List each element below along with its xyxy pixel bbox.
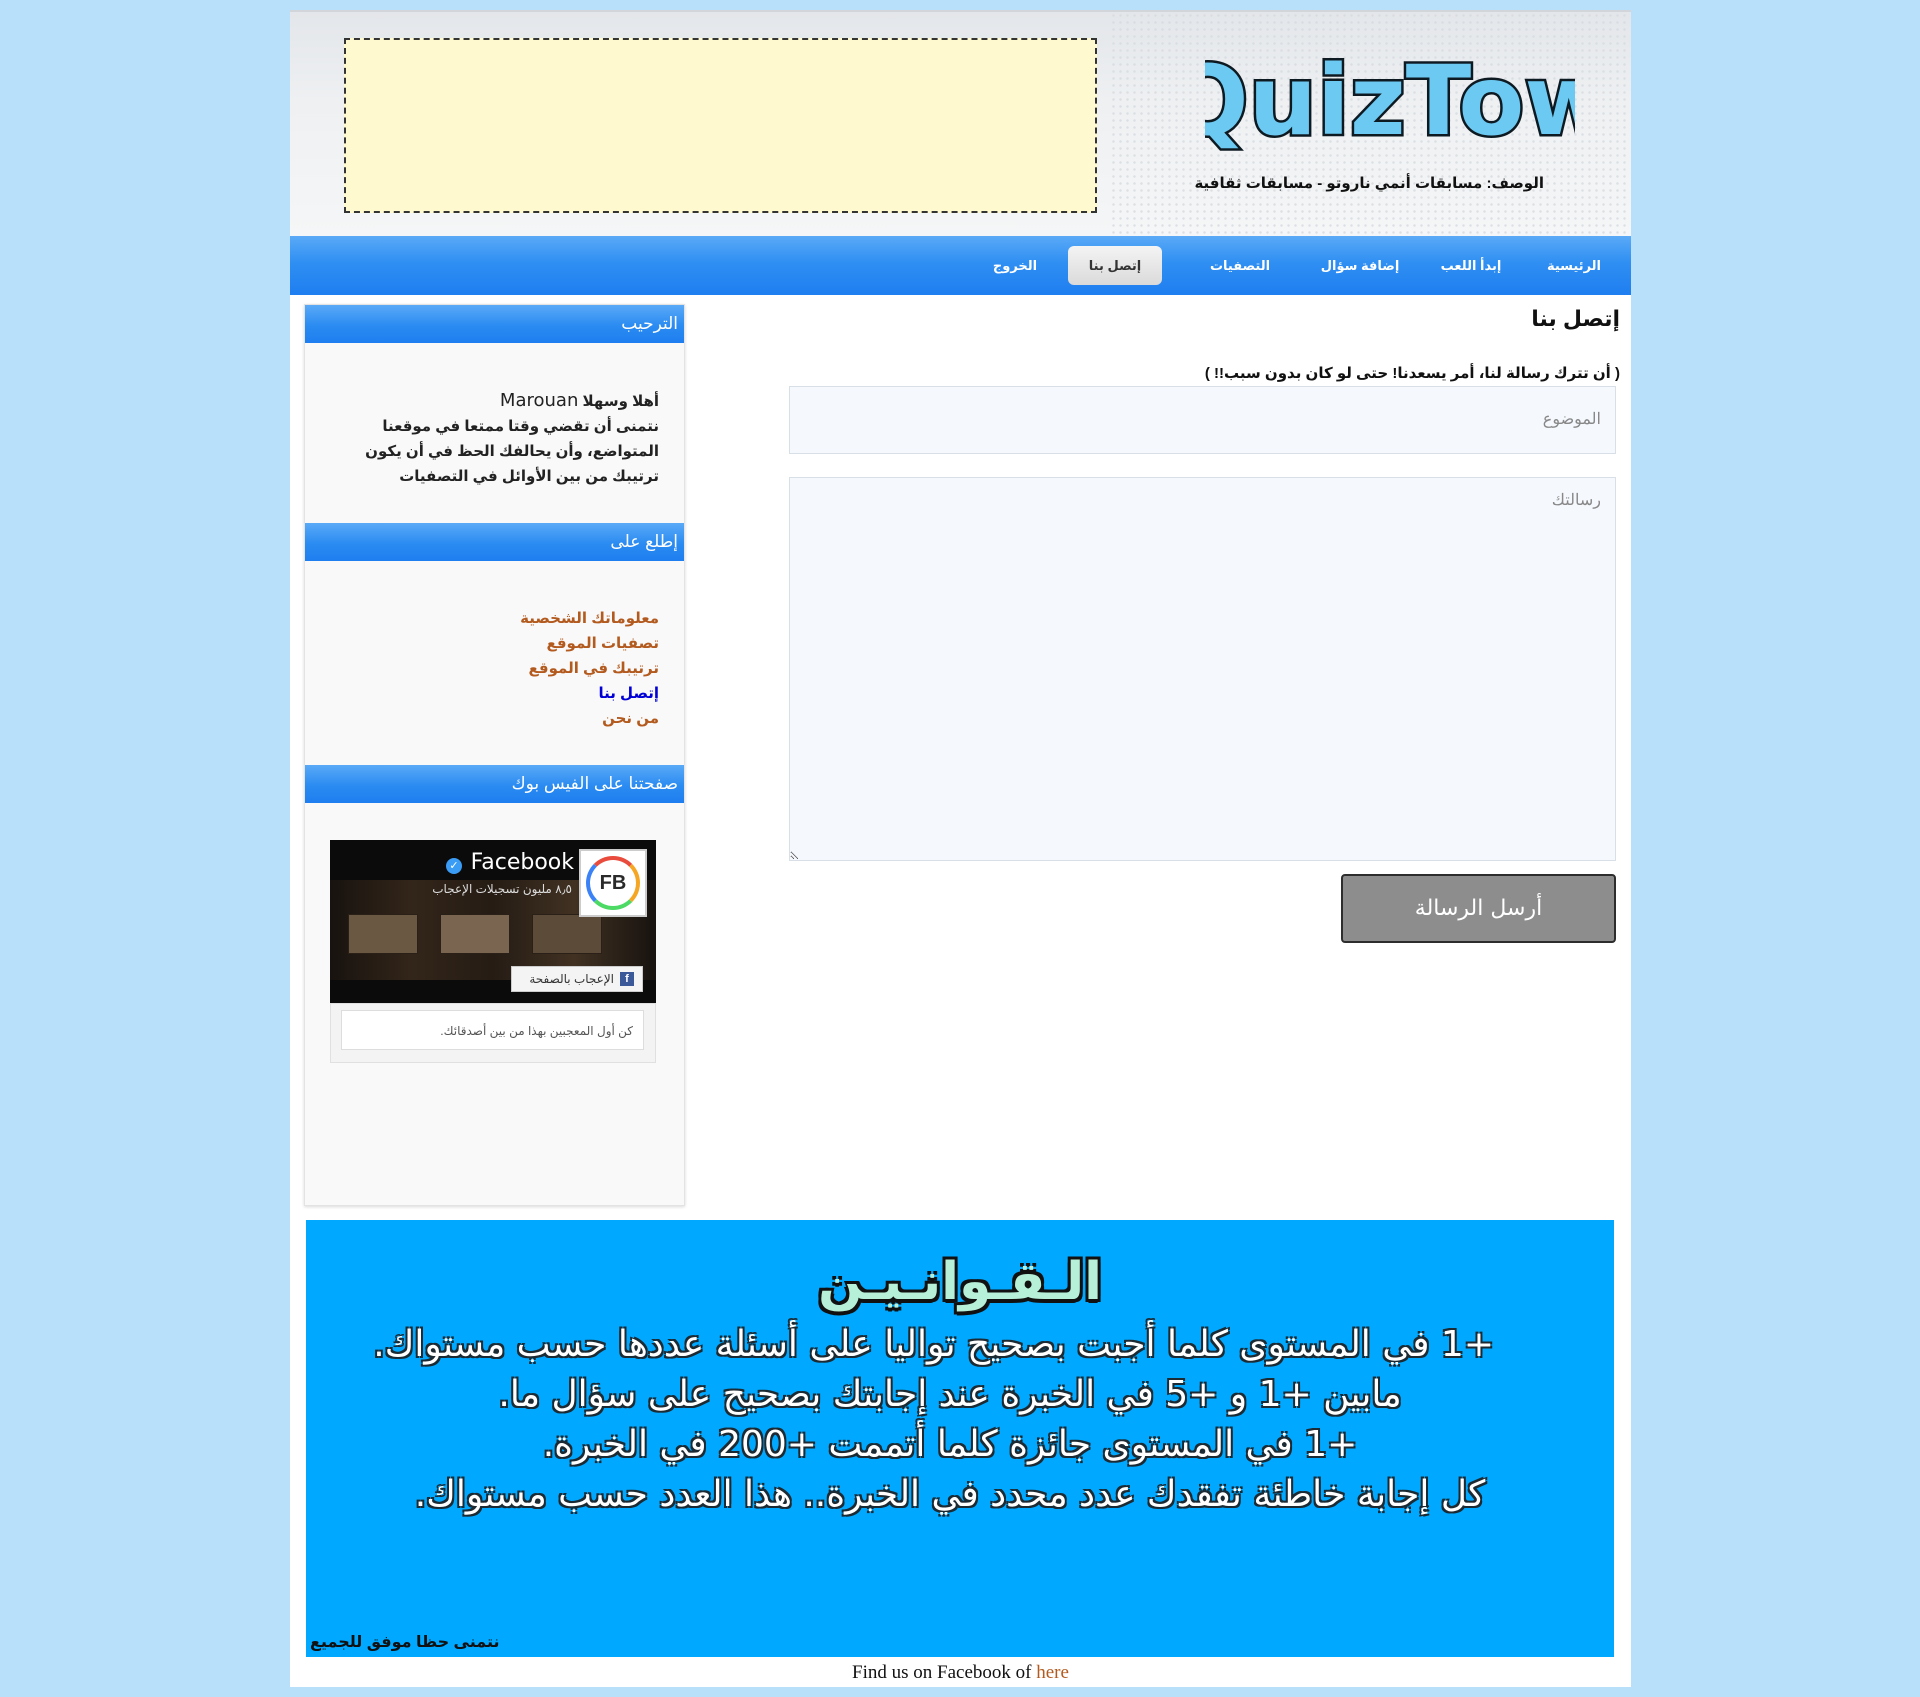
facebook-friends-text: كن أول المعجبين بهذا من بين أصدقائك. [341, 1010, 644, 1050]
fb-logo-icon: FB [586, 856, 640, 910]
rule-line: مابين +1 و +5 في الخبرة عند إجابتك بصحيح… [498, 1374, 1402, 1415]
verified-badge-icon: ✓ [446, 858, 462, 874]
logo-text: QuizTow [1205, 54, 1575, 157]
facebook-panel-heading: صفحتنا على الفيس بوك [305, 765, 684, 803]
cover-photo-panel [440, 914, 510, 954]
message-textarea[interactable] [789, 477, 1616, 861]
facebook-page-name[interactable]: Facebook [471, 850, 574, 875]
cover-photo-panel [532, 914, 602, 954]
facebook-likes-count: ٨٫٥ مليون تسجيلات الإعجاب [432, 882, 572, 896]
rule-line: +1 في المستوى جائزة كلما أتممت +200 في ا… [542, 1424, 1358, 1465]
browse-panel-heading: إطلع على [305, 523, 684, 561]
welcome-text: نتمنى أن تقضي وقتا ممتعا في موقعنا المتو… [365, 418, 659, 485]
sidebar: الترحيب أهلا وسهلا Marouan نتمنى أن تقضي… [304, 304, 685, 1206]
main-nav: الرئيسية إبدأ اللعب إضافة سؤال التصفيات … [290, 236, 1631, 295]
rules-closing-text: نتمنى حظا موفق للجميع [310, 1634, 500, 1651]
page-container: QuizTow الوصف: مسابقات أنمي ناروتو - مسا… [290, 10, 1631, 1687]
page-title: إتصل بنا [1531, 306, 1620, 331]
rule-line: كل إجابة خاطئة تفقدك عدد محدد في الخبرة.… [414, 1474, 1486, 1515]
site-footer: Find us on Facebook of here [290, 1662, 1631, 1684]
facebook-like-label: الإعجاب بالصفحة [529, 972, 614, 986]
sidebar-link-your-ranking[interactable]: ترتيبك في الموقع [325, 656, 659, 681]
facebook-page-avatar[interactable]: FB [579, 849, 647, 917]
welcome-message: أهلا وسهلا Marouan نتمنى أن تقضي وقتا مم… [325, 388, 659, 489]
send-message-button[interactable]: أرسل الرسالة [1341, 874, 1616, 943]
site-logo[interactable]: QuizTow [1205, 54, 1575, 184]
nav-item-contact[interactable]: إتصل بنا [1068, 246, 1162, 285]
facebook-page-widget[interactable]: FB Facebook ✓ ٨٫٥ مليون تسجيلات الإعجاب … [330, 840, 656, 1003]
welcome-greeting: أهلا وسهلا [582, 393, 659, 410]
ad-banner-placeholder[interactable] [344, 38, 1097, 213]
facebook-like-button[interactable]: f الإعجاب بالصفحة [511, 966, 643, 992]
contact-note: ( أن تترك رسالة لنا، أمر يسعدنا! حتى لو … [1204, 365, 1620, 382]
cover-photo-panel [348, 914, 418, 954]
footer-facebook-link[interactable]: here [1036, 1662, 1069, 1683]
site-header: QuizTow الوصف: مسابقات أنمي ناروتو - مسا… [290, 10, 1631, 238]
rules-title: الـقـوانـيـن [818, 1252, 1102, 1312]
nav-item-logout[interactable]: الخروج [970, 246, 1060, 285]
browse-links: معلوماتك الشخصية تصفيات الموقع ترتيبك في… [325, 606, 659, 731]
sidebar-link-profile[interactable]: معلوماتك الشخصية [325, 606, 659, 631]
nav-item-home[interactable]: الرئيسية [1529, 246, 1619, 285]
nav-item-start-playing[interactable]: إبدأ اللعب [1426, 246, 1516, 285]
footer-text: Find us on Facebook of [852, 1662, 1032, 1683]
rules-banner: الـقـوانـيـن +1 في المستوى كلما أجبت بصح… [306, 1220, 1614, 1657]
username: Marouan [499, 390, 579, 411]
nav-item-qualifiers[interactable]: التصفيات [1190, 246, 1290, 285]
facebook-friends-area: كن أول المعجبين بهذا من بين أصدقائك. [330, 1003, 656, 1063]
facebook-f-icon: f [620, 972, 634, 986]
sidebar-link-about[interactable]: من نحن [325, 706, 659, 731]
site-description: الوصف: مسابقات أنمي ناروتو - مسابقات ثقا… [1194, 175, 1544, 192]
sidebar-link-contact[interactable]: إتصل بنا [325, 681, 660, 706]
nav-item-add-question[interactable]: إضافة سؤال [1305, 246, 1415, 285]
sidebar-link-site-qualifiers[interactable]: تصفيات الموقع [325, 631, 659, 656]
subject-input[interactable] [789, 386, 1616, 454]
welcome-panel-heading: الترحيب [305, 305, 684, 343]
rule-line: +1 في المستوى كلما أجبت بصحيح تواليا على… [373, 1324, 1494, 1365]
